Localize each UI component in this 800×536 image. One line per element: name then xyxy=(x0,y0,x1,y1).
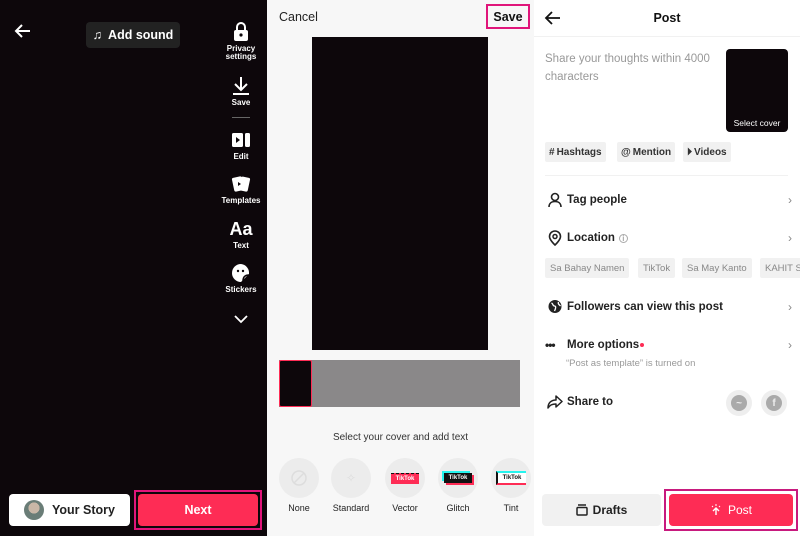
post-highlight: Post xyxy=(664,489,798,531)
more-dots-icon: ••• xyxy=(545,338,556,352)
header-divider xyxy=(534,36,800,37)
cancel-button[interactable]: Cancel xyxy=(279,10,318,24)
facebook-share-button[interactable]: f xyxy=(761,390,787,416)
more-options-row[interactable]: ••• More options › xyxy=(545,338,792,352)
next-button[interactable]: Next xyxy=(138,494,258,526)
post-button[interactable]: Post xyxy=(669,494,793,526)
style-none[interactable]: None xyxy=(279,458,319,513)
video-editor-panel: ♫ Add sound Privacy settings Save Edit T… xyxy=(0,0,267,536)
lock-icon xyxy=(234,22,248,41)
arrow-left-icon xyxy=(14,24,30,38)
at-icon: @ xyxy=(621,146,631,158)
share-arrow-icon xyxy=(547,395,563,409)
play-circle-icon: ⏵ xyxy=(687,146,692,158)
templates-tool[interactable]: Templates xyxy=(218,174,264,205)
save-tool[interactable]: Save xyxy=(218,76,264,107)
save-button[interactable]: Save xyxy=(486,4,530,29)
tag-people-row[interactable]: Tag people › xyxy=(545,192,792,208)
person-icon xyxy=(548,192,562,208)
mention-chip[interactable]: @ Mention xyxy=(617,142,676,162)
avatar xyxy=(24,500,44,520)
style-vector[interactable]: TikTok Vector xyxy=(385,458,425,513)
edit-clip-icon xyxy=(232,133,250,147)
select-cover-button[interactable]: Select cover xyxy=(726,49,788,132)
chevron-right-icon: › xyxy=(788,231,792,245)
more-tools-button[interactable] xyxy=(218,314,264,326)
tool-divider xyxy=(232,117,250,118)
vector-preview-icon: TikTok xyxy=(390,472,420,484)
cover-hint: Select your cover and add text xyxy=(332,432,469,443)
chevron-right-icon: › xyxy=(788,299,792,314)
glitch-preview-icon: TikTok xyxy=(443,473,473,483)
edit-tool[interactable]: Edit xyxy=(218,130,264,161)
hashtags-chip[interactable]: # Hashtags xyxy=(545,142,606,162)
templates-icon xyxy=(231,176,251,192)
share-to-row: Share to xyxy=(545,395,792,409)
privacy-row[interactable]: Followers can view this post › xyxy=(545,299,792,314)
none-icon xyxy=(291,470,307,486)
frame-strip[interactable] xyxy=(279,360,520,407)
upload-sparkle-icon xyxy=(711,504,721,515)
back-button[interactable] xyxy=(14,22,34,42)
stickers-tool[interactable]: Stickers xyxy=(218,263,264,294)
text-icon: Aa xyxy=(229,219,253,239)
notification-dot xyxy=(640,343,645,347)
chevron-down-icon xyxy=(234,315,248,324)
sticker-icon xyxy=(232,264,250,282)
messenger-icon: ~ xyxy=(731,395,747,411)
standard-icon: ✧ xyxy=(345,471,357,485)
music-note-icon: ♫ xyxy=(92,28,103,42)
globe-icon xyxy=(548,300,562,313)
videos-chip[interactable]: ⏵ Videos xyxy=(683,142,731,162)
text-tool[interactable]: Aa Text xyxy=(218,219,264,250)
more-options-subtext: “Post as template” is turned on xyxy=(566,358,696,369)
location-chip[interactable]: KAHIT S xyxy=(760,258,800,278)
drafts-icon xyxy=(575,504,588,516)
cover-editor-panel: Cancel Save Select your cover and add te… xyxy=(267,0,534,536)
style-glitch[interactable]: TikTok Glitch xyxy=(438,458,478,513)
info-icon: i xyxy=(618,233,628,243)
style-tint[interactable]: TikTok Tint xyxy=(491,458,531,513)
download-icon xyxy=(233,77,249,95)
location-chip[interactable]: TikTok xyxy=(638,258,676,278)
your-story-button[interactable]: Your Story xyxy=(9,494,130,526)
chevron-right-icon: › xyxy=(788,193,792,207)
frame-selector-handle[interactable] xyxy=(279,360,312,407)
drafts-button[interactable]: Drafts xyxy=(542,494,661,526)
messenger-share-button[interactable]: ~ xyxy=(726,390,752,416)
add-sound-button[interactable]: ♫ Add sound xyxy=(86,22,180,48)
chevron-right-icon: › xyxy=(788,338,792,352)
location-chip[interactable]: Sa Bahay Namen xyxy=(545,258,630,278)
hash-icon: # xyxy=(549,146,555,158)
location-row[interactable]: Location i › xyxy=(545,230,792,246)
post-panel: Post Share your thoughts within 4000 cha… xyxy=(534,0,800,536)
facebook-icon: f xyxy=(766,395,782,411)
page-title: Post xyxy=(653,11,681,25)
next-highlight: Next xyxy=(134,490,262,530)
tint-preview-icon: TikTok xyxy=(495,471,527,485)
location-pin-icon xyxy=(548,230,562,246)
privacy-settings-tool[interactable]: Privacy settings xyxy=(218,22,264,61)
location-chip[interactable]: Sa May Kanto xyxy=(682,258,752,278)
cover-preview xyxy=(312,37,488,350)
style-standard[interactable]: ✧ Standard xyxy=(331,458,371,513)
divider xyxy=(545,175,788,176)
caption-input[interactable]: Share your thoughts within 4000 characte… xyxy=(545,50,720,86)
